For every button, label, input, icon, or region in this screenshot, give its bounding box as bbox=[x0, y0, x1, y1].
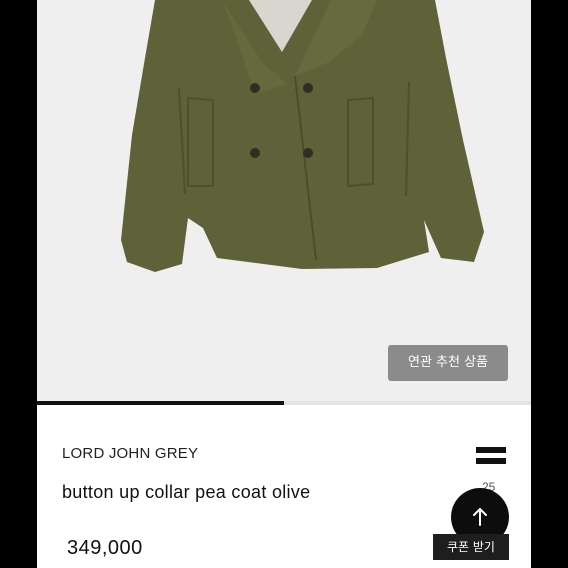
share-icon[interactable] bbox=[476, 447, 506, 471]
coupon-button[interactable]: 쿠폰 받기 bbox=[433, 534, 509, 560]
coat-illustration bbox=[37, 0, 531, 404]
arrow-up-icon bbox=[473, 508, 487, 526]
product-price: 349,000 bbox=[67, 537, 143, 559]
gallery-progress-bar bbox=[37, 401, 531, 405]
gallery-progress-fill bbox=[37, 401, 284, 405]
related-products-button[interactable]: 연관 추천 상품 bbox=[388, 345, 508, 381]
brand-name[interactable]: LORD JOHN GREY bbox=[62, 445, 198, 462]
product-name: button up collar pea coat olive bbox=[62, 482, 311, 502]
product-detail-page: 연관 추천 상품 LORD JOHN GREY button up collar… bbox=[37, 0, 531, 568]
share-icon-bar-bottom bbox=[476, 458, 506, 464]
share-icon-bar-top bbox=[476, 447, 506, 453]
product-image[interactable]: 연관 추천 상품 bbox=[37, 0, 531, 404]
